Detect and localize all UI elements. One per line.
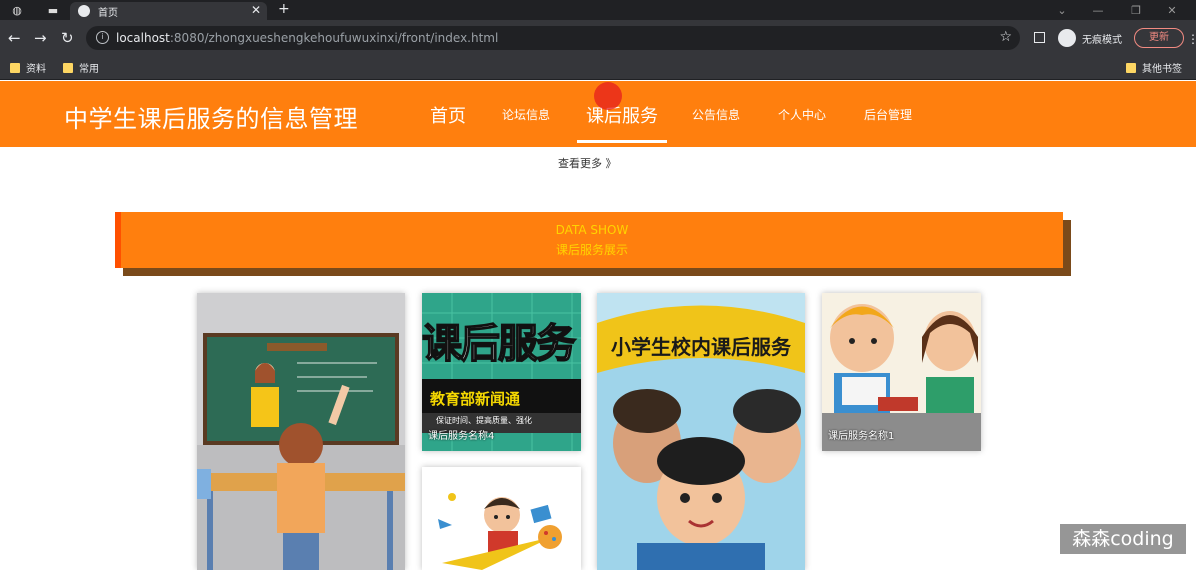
bookmark-folder-other[interactable]: 其他书签 <box>1126 60 1182 75</box>
bookmark-folder-changyong[interactable]: 常用 <box>63 60 99 75</box>
forward-arrow-icon[interactable]: → <box>34 29 47 47</box>
banner-cn-title: 课后服务展示 <box>555 243 628 257</box>
update-button[interactable]: 更新 ⋮ <box>1134 28 1196 48</box>
browser-toolbar: ← → ↻ i localhost:8080/zhongxueshengkeho… <box>0 20 1196 56</box>
close-icon[interactable]: ✕ <box>251 3 261 17</box>
cursor-highlight <box>594 82 622 110</box>
nav-home[interactable]: 首页 <box>430 102 466 128</box>
new-tab-button[interactable]: + <box>278 0 290 20</box>
nav-service[interactable]: 课后服务 <box>586 102 658 128</box>
folder-icon <box>10 62 20 73</box>
section-banner: DATA SHOW 课后服务展示 <box>115 212 1063 268</box>
chevron-down-icon[interactable]: ⌄ <box>1044 0 1080 20</box>
url-text[interactable]: localhost:8080/zhongxueshengkehoufuwuxin… <box>116 31 498 45</box>
globe-icon <box>78 5 90 17</box>
nav-admin[interactable]: 后台管理 <box>864 106 912 123</box>
service-card-1[interactable] <box>197 293 405 570</box>
card-title: 课后服务名称4 <box>428 431 495 442</box>
folder-icon <box>1126 62 1136 73</box>
classroom-illustration <box>197 293 405 570</box>
poster-subtitle: 教育部新闻通 <box>430 390 521 408</box>
globe-icon[interactable]: ◍ <box>8 0 26 20</box>
watermark: 森森coding <box>1060 524 1186 554</box>
site-title: 中学生课后服务的信息管理 <box>64 105 358 133</box>
poster-caption: 保证时间、提高质量、强化 <box>436 416 532 425</box>
service-card-4[interactable]: 课后服务 教育部新闻通 保证时间、提高质量、强化 课后服务名称4 <box>422 293 581 451</box>
minimize-button[interactable]: — <box>1080 0 1116 20</box>
poster-title: 小学生校内课后服务 <box>611 335 791 359</box>
banner-en-title: DATA SHOW <box>555 223 629 237</box>
nav-forum[interactable]: 论坛信息 <box>502 106 550 123</box>
incognito-label: 无痕模式 <box>1082 35 1122 46</box>
nav-notice[interactable]: 公告信息 <box>692 106 740 123</box>
nav-personal[interactable]: 个人中心 <box>778 106 826 123</box>
bookmarks-bar: 资料 常用 其他书签 <box>0 56 1196 80</box>
restore-button[interactable]: ❐ <box>1118 0 1154 20</box>
nav-active-indicator <box>577 140 667 143</box>
back-arrow-icon[interactable]: ← <box>8 29 21 47</box>
side-panel-icon[interactable] <box>1034 32 1045 43</box>
poster-title: 课后服务 <box>422 320 577 368</box>
kid-paper-plane-illustration <box>422 467 581 570</box>
address-bar[interactable]: i localhost:8080/zhongxueshengkehoufuwux… <box>86 26 1020 50</box>
service-card-1b[interactable]: 课后服务名称1 <box>822 293 981 451</box>
card-title: 课后服务名称1 <box>828 431 895 442</box>
bookmark-folder-ziliao[interactable]: 资料 <box>10 60 46 75</box>
folder-icon <box>63 62 73 73</box>
info-icon[interactable]: i <box>96 31 109 44</box>
tab-home[interactable]: 首页 ✕ <box>70 2 267 20</box>
bookmark-star-icon[interactable]: ☆ <box>999 29 1012 45</box>
more-menu-icon[interactable]: ⋮ <box>1187 30 1196 48</box>
reload-icon[interactable]: ↻ <box>61 29 74 47</box>
service-card-5[interactable] <box>422 467 581 570</box>
view-more-link[interactable]: 查看更多 》 <box>558 155 617 171</box>
window-close-button[interactable]: ✕ <box>1154 0 1190 20</box>
service-card-3[interactable]: 小学生校内课后服务 <box>597 293 805 570</box>
incognito-icon[interactable] <box>1058 29 1076 47</box>
tab-title: 首页 <box>98 7 118 19</box>
browser-tab-strip: ◍ ▬ 首页 ✕ + ⌄ — ❐ ✕ <box>0 0 1196 20</box>
window-tab-icon[interactable]: ▬ <box>44 0 62 20</box>
